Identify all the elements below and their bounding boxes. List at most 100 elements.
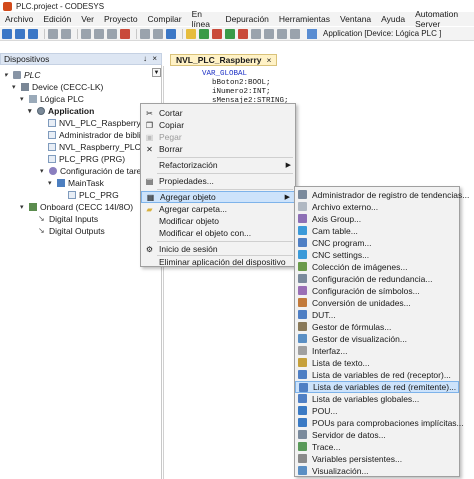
submenu-item-cnc-settings[interactable]: CNC settings... bbox=[295, 249, 459, 261]
undo-icon[interactable] bbox=[48, 28, 58, 39]
submenu-item-pous-implicit-checks[interactable]: POUs para comprobaciones implícitas... bbox=[295, 417, 464, 429]
close-icon[interactable]: × bbox=[267, 55, 272, 65]
menu-ayuda[interactable]: Ayuda bbox=[376, 14, 410, 24]
menu-item-modificar-objeto[interactable]: Modificar objeto bbox=[141, 215, 295, 227]
menu-item-eliminar-aplicacion[interactable]: Eliminar aplicación del dispositivo bbox=[141, 256, 295, 268]
login-icon[interactable] bbox=[199, 28, 209, 39]
submenu-item-cam-table[interactable]: Cam table... bbox=[295, 225, 459, 237]
logout-icon[interactable] bbox=[212, 28, 222, 39]
step-icon[interactable] bbox=[251, 28, 261, 39]
menu-proyecto[interactable]: Proyecto bbox=[99, 14, 143, 24]
replace-icon[interactable] bbox=[153, 28, 163, 39]
menu-item-pegar[interactable]: ▣ Pegar bbox=[141, 131, 295, 143]
menu-en-linea[interactable]: En línea bbox=[187, 9, 221, 29]
step-over-icon[interactable] bbox=[264, 28, 274, 39]
copy-icon[interactable] bbox=[94, 28, 104, 39]
tree-item-digital-outputs[interactable]: ↘ Digital Outputs bbox=[38, 225, 105, 236]
breakpoint-icon[interactable] bbox=[186, 28, 196, 39]
submenu-item-dut[interactable]: DUT... bbox=[295, 309, 459, 321]
cut-icon[interactable] bbox=[81, 28, 91, 39]
tree-item-application[interactable]: ▾ Application bbox=[28, 105, 94, 116]
submenu-item-nvl-receiver[interactable]: Lista de variables de red (receptor)... bbox=[295, 369, 459, 381]
redo-icon[interactable] bbox=[61, 28, 71, 39]
find-icon[interactable] bbox=[140, 28, 150, 39]
build-icon[interactable] bbox=[166, 28, 176, 39]
external-file-icon bbox=[298, 202, 307, 211]
submenu-item-label: DUT... bbox=[312, 310, 336, 320]
submenu-item-trace[interactable]: Trace... bbox=[295, 441, 459, 453]
new-project-icon[interactable] bbox=[2, 28, 12, 39]
reset-icon[interactable] bbox=[290, 28, 300, 39]
open-project-icon[interactable] bbox=[15, 28, 25, 39]
collapse-icon[interactable]: ▾ bbox=[40, 167, 48, 175]
menu-automation-server[interactable]: Automation Server bbox=[410, 9, 474, 29]
submenu-item-symbol-config[interactable]: Configuración de símbolos... bbox=[295, 285, 459, 297]
menu-ventana[interactable]: Ventana bbox=[335, 14, 376, 24]
menu-edicion[interactable]: Edición bbox=[38, 14, 76, 24]
submenu-item-axis-group[interactable]: Axis Group... bbox=[295, 213, 459, 225]
tree-item-maintask[interactable]: ▾ MainTask bbox=[48, 177, 104, 188]
menu-item-refactorizacion[interactable]: Refactorización ▶ bbox=[141, 159, 295, 171]
toolbar-separator bbox=[44, 28, 45, 39]
submenu-item-visualization[interactable]: Visualización... bbox=[295, 465, 459, 477]
stop-icon[interactable] bbox=[238, 28, 248, 39]
menu-herramientas[interactable]: Herramientas bbox=[274, 14, 335, 24]
tree-item-logica-plc[interactable]: ▾ Lógica PLC bbox=[20, 93, 84, 104]
save-icon[interactable] bbox=[28, 28, 38, 39]
menu-compilar[interactable]: Compilar bbox=[143, 14, 187, 24]
chevron-down-icon[interactable]: ▼ bbox=[152, 68, 161, 77]
submenu-item-redundancy-config[interactable]: Configuración de redundancia... bbox=[295, 273, 459, 285]
submenu-item-cnc-program[interactable]: CNC program... bbox=[295, 237, 459, 249]
collapse-icon[interactable]: ▾ bbox=[20, 203, 28, 211]
tree-item-nvl-plc-raspberry[interactable]: NVL_PLC_Raspberry bbox=[48, 117, 141, 128]
tree-item-maintask-plc-prg[interactable]: PLC_PRG bbox=[68, 189, 119, 200]
menu-item-label: Modificar objeto bbox=[159, 216, 220, 226]
submenu-item-image-pool[interactable]: Colección de imágenes... bbox=[295, 261, 459, 273]
menu-item-propiedades[interactable]: ▤ Propiedades... bbox=[141, 175, 295, 187]
menu-ver[interactable]: Ver bbox=[76, 14, 99, 24]
editor-tab-nvl-plc-raspberry[interactable]: NVL_PLC_Raspberry × bbox=[170, 54, 278, 66]
paste-icon[interactable] bbox=[107, 28, 117, 39]
start-icon[interactable] bbox=[225, 28, 235, 39]
menu-bar: Archivo Edición Ver Proyecto Compilar En… bbox=[0, 9, 474, 29]
collapse-icon[interactable]: ▾ bbox=[48, 179, 56, 187]
menu-item-inicio-sesion[interactable]: ⚙ Inicio de sesión bbox=[141, 243, 295, 255]
step-out-icon[interactable] bbox=[277, 28, 287, 39]
submenu-item-persistent-variables[interactable]: Variables persistentes... bbox=[295, 453, 459, 465]
close-icon[interactable]: × bbox=[152, 54, 157, 63]
menu-item-label: Agregar objeto bbox=[160, 192, 216, 202]
submenu-item-visualization-manager[interactable]: Gestor de visualización... bbox=[295, 333, 459, 345]
menu-item-agregar-carpeta[interactable]: ▰ Agregar carpeta... bbox=[141, 203, 295, 215]
delete-icon[interactable] bbox=[120, 28, 130, 39]
submenu-item-external-file[interactable]: Archivo externo... bbox=[295, 201, 459, 213]
submenu-item-global-variable-list[interactable]: Lista de variables globales... bbox=[295, 393, 459, 405]
submenu-item-nvl-sender[interactable]: Lista de variables de red (remitente)... bbox=[295, 381, 459, 393]
collapse-icon[interactable]: ▾ bbox=[20, 95, 28, 103]
tree-item-device[interactable]: ▾ Device (CECC-LK) bbox=[12, 81, 103, 92]
menu-item-agregar-objeto[interactable]: ▦ Agregar objeto ▶ bbox=[141, 191, 295, 203]
active-application-label[interactable]: Application [Device: Lógica PLC ] bbox=[323, 29, 441, 38]
pin-icon[interactable]: ↓ bbox=[143, 54, 147, 63]
tree-item-plc[interactable]: ▾ PLC bbox=[4, 69, 41, 80]
tree-item-plc-prg[interactable]: PLC_PRG (PRG) bbox=[48, 153, 125, 164]
collapse-icon[interactable]: ▾ bbox=[4, 71, 12, 79]
menu-item-modificar-objeto-con[interactable]: Modificar el objeto con... bbox=[141, 227, 295, 239]
menu-archivo[interactable]: Archivo bbox=[0, 14, 38, 24]
submenu-item-interface[interactable]: Interfaz... bbox=[295, 345, 459, 357]
submenu-item-pou[interactable]: POU... bbox=[295, 405, 459, 417]
collapse-icon[interactable]: ▾ bbox=[12, 83, 20, 91]
menu-depuracion[interactable]: Depuración bbox=[220, 14, 273, 24]
collapse-icon[interactable]: ▾ bbox=[28, 107, 36, 115]
menu-item-borrar[interactable]: ✕ Borrar bbox=[141, 143, 295, 155]
submenu-item-recipe-manager[interactable]: Gestor de fórmulas... bbox=[295, 321, 459, 333]
tree-item-task-config[interactable]: ▾ Configuración de tareas bbox=[40, 165, 150, 176]
tree-item-digital-inputs[interactable]: ↘ Digital Inputs bbox=[38, 213, 98, 224]
submenu-item-unit-conversion[interactable]: Conversión de unidades... bbox=[295, 297, 459, 309]
submenu-item-data-server[interactable]: Servidor de datos... bbox=[295, 429, 459, 441]
submenu-item-text-list[interactable]: Lista de texto... bbox=[295, 357, 459, 369]
menu-item-cortar[interactable]: ✂ Cortar bbox=[141, 107, 295, 119]
submenu-item-trend-recording-manager[interactable]: Administrador de registro de tendencias.… bbox=[295, 189, 469, 201]
menu-item-copiar[interactable]: ❐ Copiar bbox=[141, 119, 295, 131]
tree-item-onboard[interactable]: ▾ Onboard (CECC 14I/8O) bbox=[20, 201, 133, 212]
tree-item-nvl-raspberry-plc[interactable]: NVL_Raspberry_PLC bbox=[48, 141, 141, 152]
